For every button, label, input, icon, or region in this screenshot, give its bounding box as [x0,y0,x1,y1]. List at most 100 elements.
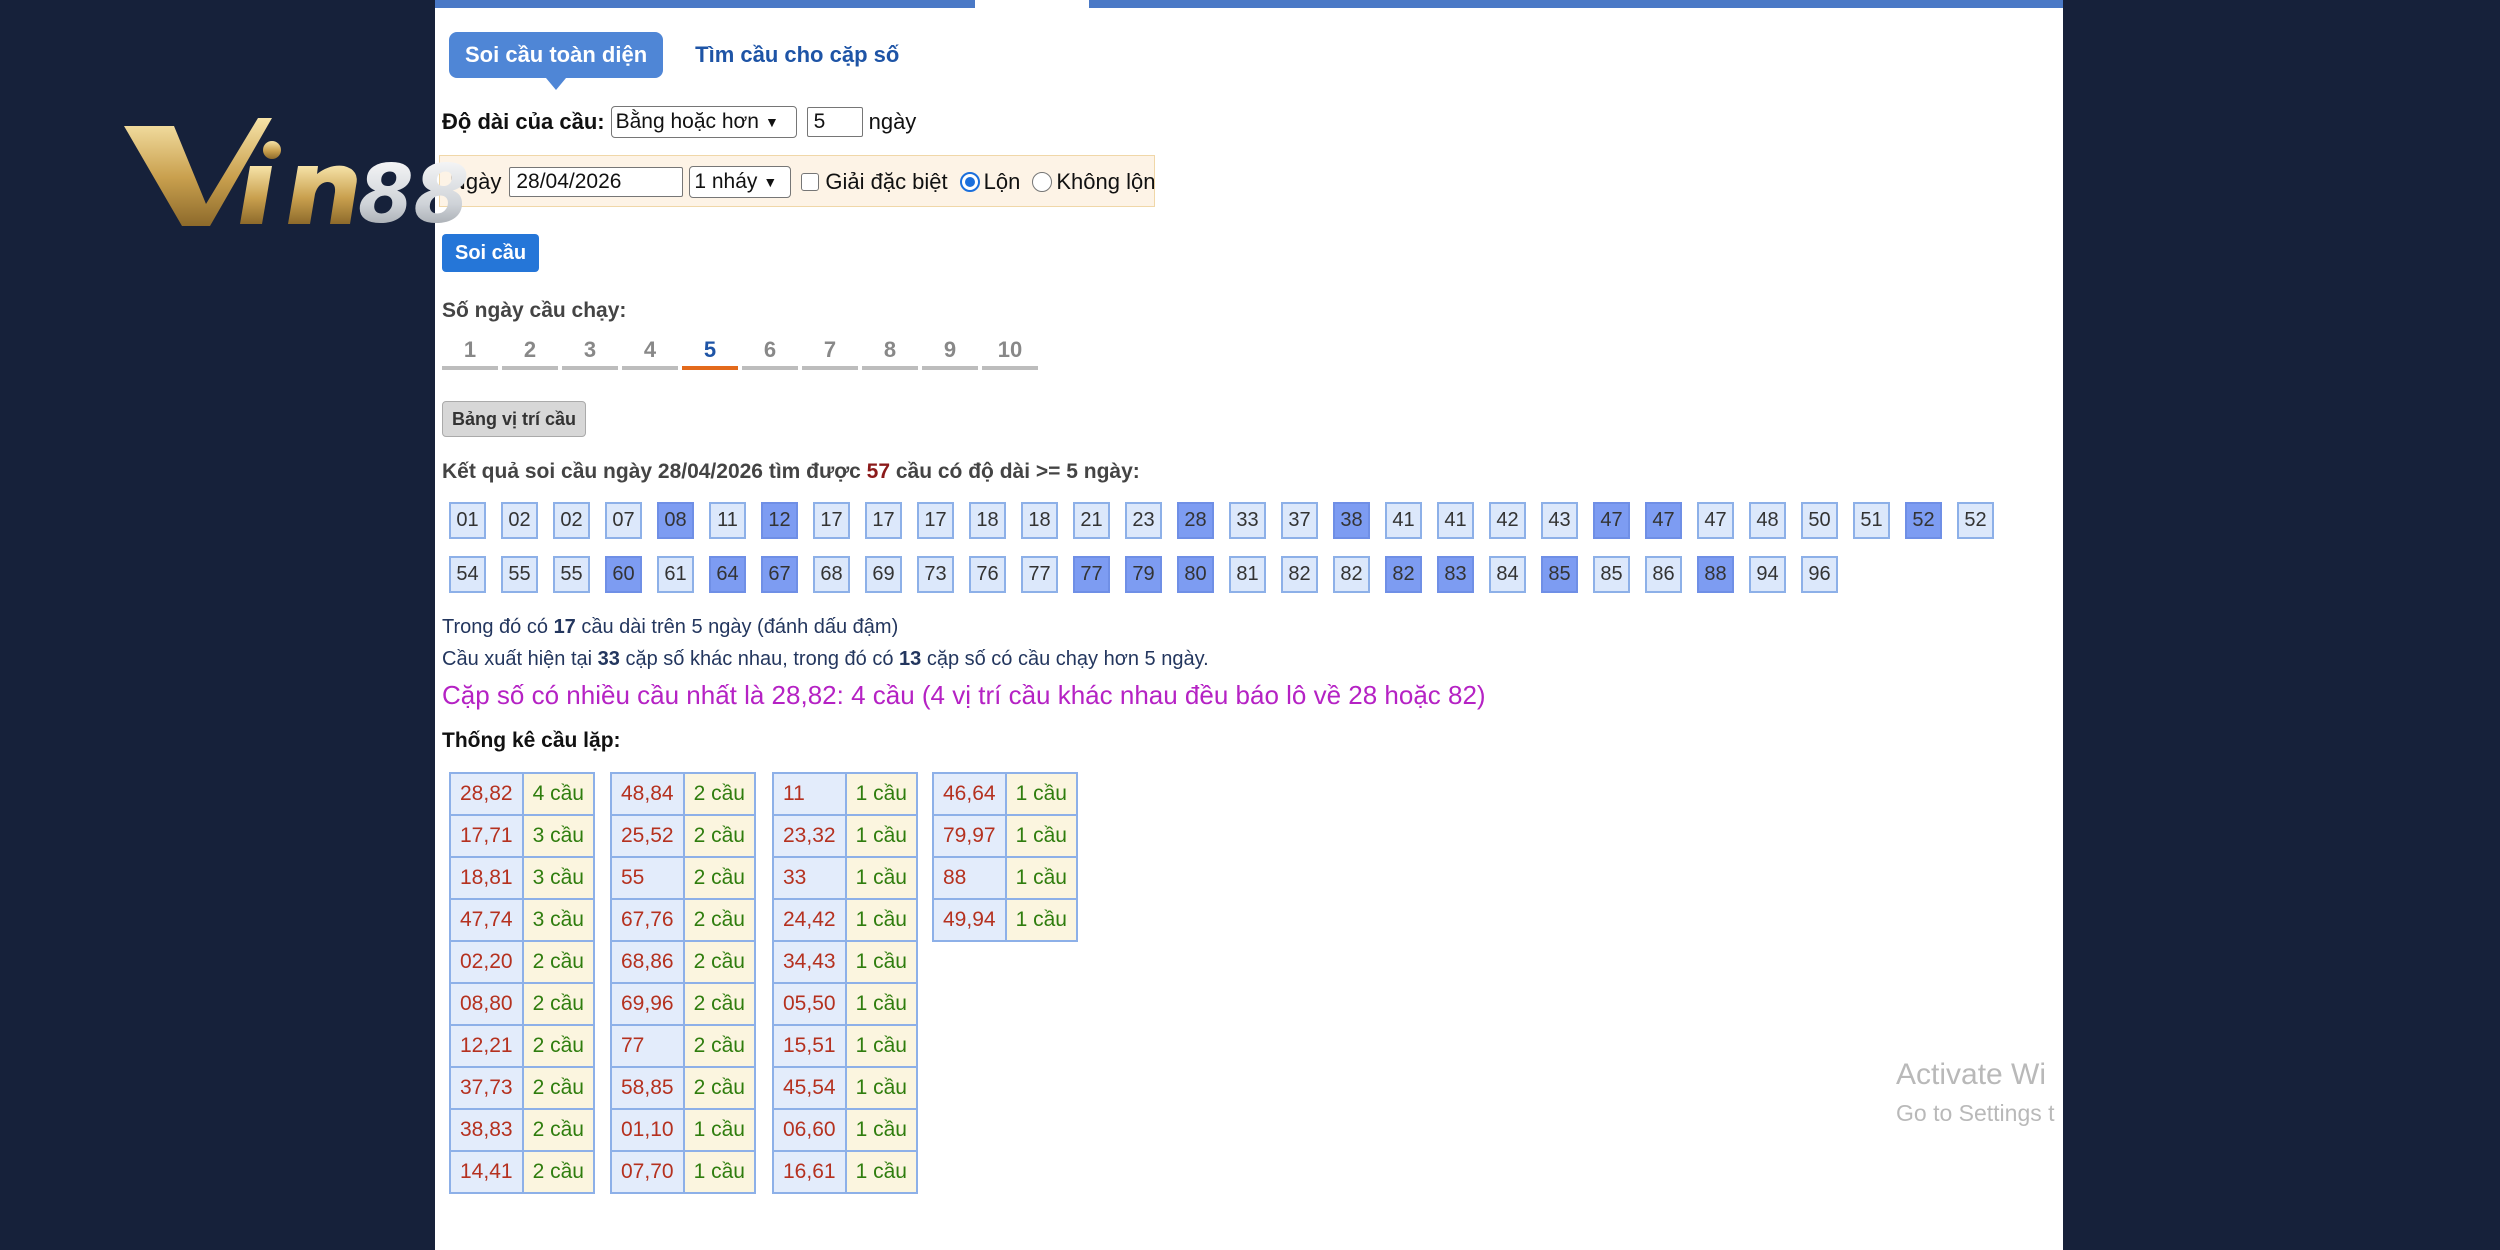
cau-number[interactable]: 86 [1645,556,1682,593]
cau-number[interactable]: 47 [1645,502,1682,539]
cau-number[interactable]: 28 [1177,502,1214,539]
cau-number[interactable]: 64 [709,556,746,593]
cau-number[interactable]: 21 [1073,502,1110,539]
stats-pair: 17,71 [449,814,524,858]
nhay-select[interactable]: 1 nháy ▼ [689,166,792,198]
cau-number[interactable]: 02 [501,502,538,539]
cau-number[interactable]: 37 [1281,502,1318,539]
day-option-5[interactable]: 5 [682,334,738,370]
day-option-3[interactable]: 3 [562,334,618,370]
cau-number[interactable]: 17 [917,502,954,539]
day-option-8[interactable]: 8 [862,334,918,370]
cau-number[interactable]: 73 [917,556,954,593]
cau-number[interactable]: 82 [1281,556,1318,593]
info-line-2: Cầu xuất hiện tại 33 cặp số khác nhau, t… [442,648,1209,671]
cau-number[interactable]: 01 [449,502,486,539]
length-select[interactable]: Bằng hoặc hơn ▼ [610,106,797,138]
cau-number[interactable]: 60 [605,556,642,593]
day-option-9[interactable]: 9 [922,334,978,370]
cau-number[interactable]: 17 [865,502,902,539]
cau-number[interactable]: 81 [1229,556,1266,593]
stats-pair: 47,74 [449,898,524,942]
cau-number[interactable]: 52 [1957,502,1994,539]
bang-vi-tri-cau-button[interactable]: Bảng vị trí cầu [442,401,587,437]
cau-number[interactable]: 50 [1801,502,1838,539]
cau-number[interactable]: 67 [761,556,798,593]
cau-number[interactable]: 17 [813,502,850,539]
cau-number[interactable]: 84 [1489,556,1526,593]
cau-number[interactable]: 12 [761,502,798,539]
cau-number[interactable]: 43 [1541,502,1578,539]
stats-table-3: 11 1 cầu 23,32 1 cầu 33 1 cầu 24,42 1 cầu 34,43 1… [772,772,918,1194]
stats-count: 1 cầu [1004,898,1078,942]
day-option-7[interactable]: 7 [802,334,858,370]
stats-row: 24,42 1 cầu [772,898,918,942]
tab-soi-cau-toan-dien[interactable]: Soi cầu toàn diện [449,32,664,90]
stats-row: 15,51 1 cầu [772,1024,918,1068]
cau-number[interactable]: 77 [1021,556,1058,593]
cau-number[interactable]: 18 [969,502,1006,539]
tab-tim-cau-cho-cap-so[interactable]: Tìm cầu cho cặp số [695,42,899,68]
cau-number[interactable]: 08 [657,502,694,539]
stats-row: 48,84 2 cầu [610,772,756,816]
day-option-1[interactable]: 1 [442,334,498,370]
cau-number[interactable]: 77 [1073,556,1110,593]
cau-number[interactable]: 69 [865,556,902,593]
cau-number[interactable]: 07 [605,502,642,539]
cau-number[interactable]: 55 [553,556,590,593]
stats-row: 12,21 2 cầu [449,1024,595,1068]
cau-number[interactable]: 33 [1229,502,1266,539]
cau-number[interactable]: 83 [1437,556,1474,593]
stats-pair: 28,82 [449,772,524,816]
cau-number[interactable]: 52 [1905,502,1942,539]
cau-number[interactable]: 18 [1021,502,1058,539]
stats-count: 1 cầu [682,1108,756,1152]
cau-number[interactable]: 76 [969,556,1006,593]
cau-number[interactable]: 02 [553,502,590,539]
cau-number[interactable]: 48 [1749,502,1786,539]
cau-number[interactable]: 51 [1853,502,1890,539]
radio-khong-lon[interactable] [1032,172,1053,192]
cau-number[interactable]: 54 [449,556,486,593]
cau-number[interactable]: 41 [1385,502,1422,539]
cau-number[interactable]: 11 [709,502,746,539]
cau-number[interactable]: 82 [1333,556,1370,593]
stats-count: 1 cầu [844,940,918,984]
radio-lon-label: Lộn [983,169,1021,194]
stats-pair: 69,96 [610,982,685,1026]
stats-pair: 88 [932,856,1007,900]
date-input[interactable]: 28/04/2026 [509,167,684,197]
stats-count: 2 cầu [682,1066,756,1110]
cau-number[interactable]: 80 [1177,556,1214,593]
cau-number[interactable]: 23 [1125,502,1162,539]
cau-number[interactable]: 79 [1125,556,1162,593]
cau-number[interactable]: 55 [501,556,538,593]
day-option-10[interactable]: 10 [982,334,1038,370]
cau-number[interactable]: 38 [1333,502,1370,539]
cau-number[interactable]: 42 [1489,502,1526,539]
radio-lon[interactable] [959,172,980,192]
giai-dac-biet-checkbox[interactable] [801,173,820,191]
cau-number[interactable]: 61 [657,556,694,593]
day-option-4[interactable]: 4 [622,334,678,370]
cau-number[interactable]: 82 [1385,556,1422,593]
info2-text-e: cặp số có cầu chạy hơn 5 ngày. [926,648,1209,670]
cau-number[interactable]: 68 [813,556,850,593]
days-input[interactable]: 5 [806,107,863,137]
stats-row: 88 1 cầu [932,856,1078,900]
cau-number[interactable]: 47 [1593,502,1630,539]
cau-number[interactable]: 94 [1749,556,1786,593]
cau-number[interactable]: 85 [1593,556,1630,593]
cau-number[interactable]: 96 [1801,556,1838,593]
cau-number[interactable]: 85 [1541,556,1578,593]
day-option-6[interactable]: 6 [742,334,798,370]
stats-row: 77 2 cầu [610,1024,756,1068]
cau-number[interactable]: 41 [1437,502,1474,539]
cau-number[interactable]: 47 [1697,502,1734,539]
stats-row: 25,52 2 cầu [610,814,756,858]
stats-count: 2 cầu [682,898,756,942]
day-option-2[interactable]: 2 [502,334,558,370]
stats-pair: 34,43 [772,940,847,984]
cau-number[interactable]: 88 [1697,556,1734,593]
stats-row: 28,82 4 cầu [449,772,595,816]
